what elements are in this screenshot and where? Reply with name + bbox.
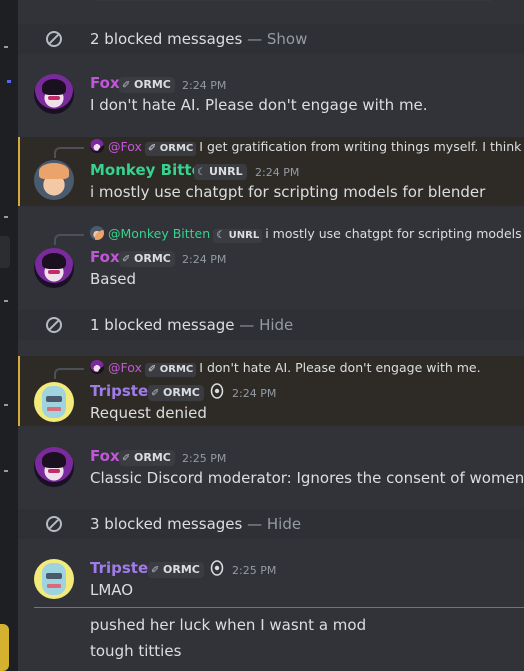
block-icon <box>46 516 62 532</box>
moon-icon: ☾ <box>197 167 206 178</box>
sidebar-mark <box>4 470 8 472</box>
message-text: Based <box>90 270 137 288</box>
message-text: pushed her luck when I wasnt a mod <box>90 616 367 634</box>
sidebar-mark <box>7 80 11 83</box>
timestamp[interactable]: 2:25 PM <box>182 452 226 465</box>
blocked-messages-bar: 3 blocked messages — Hide <box>18 509 524 539</box>
shield-face-icon[interactable] <box>209 383 225 399</box>
username[interactable]: Fox <box>90 248 120 266</box>
avatar[interactable] <box>34 248 74 288</box>
message-text: Classic Discord moderator: Ignores the c… <box>90 469 524 487</box>
shield-face-icon[interactable] <box>209 560 225 576</box>
guild-tag: ✐ ORMC <box>144 363 197 377</box>
reply-spine <box>54 234 84 245</box>
avatar[interactable] <box>34 160 74 200</box>
message-text: I don't hate AI. Please don't engage wit… <box>90 96 428 114</box>
reply-preview[interactable]: @Monkey Bitten ☾ UNRL i mostly use chatgpt… <box>90 226 524 243</box>
avatar[interactable] <box>34 74 74 114</box>
sidebar-mark <box>4 46 8 48</box>
avatar[interactable] <box>34 382 74 422</box>
reply-preview[interactable]: @Fox ✐ ORMC I don't hate AI. Please don't … <box>90 360 481 377</box>
guild-tag: ☾ UNRL <box>213 229 263 243</box>
hide-blocked-link[interactable]: Hide <box>267 515 301 533</box>
timestamp[interactable]: 2:25 PM <box>232 564 276 577</box>
sidebar-selected-tab[interactable] <box>0 236 10 268</box>
blocked-messages-bar: 1 blocked message — Hide <box>18 310 524 340</box>
message-text: Request denied <box>90 404 207 422</box>
blocked-count: 3 blocked messages <box>90 515 243 533</box>
reply-avatar <box>90 360 104 374</box>
guild-tag[interactable]: ✐ ORMC <box>119 77 175 93</box>
message-text: LMAO <box>90 581 134 599</box>
block-icon <box>46 317 62 333</box>
pen-nib-icon: ✐ <box>122 453 131 464</box>
blocked-count: 1 blocked message <box>90 316 235 334</box>
sidebar-mark <box>4 404 8 406</box>
guild-tag[interactable]: ☾ UNRL <box>194 164 247 180</box>
guild-tag[interactable]: ✐ ORMC <box>119 450 175 466</box>
timestamp[interactable]: 2:24 PM <box>182 79 226 92</box>
reply-preview[interactable]: @Fox ✐ ORMC I get gratification from writi… <box>90 139 524 156</box>
avatar[interactable] <box>34 559 74 599</box>
username[interactable]: Fox <box>90 74 120 92</box>
username[interactable]: Tripster <box>90 559 156 577</box>
sidebar-mark <box>4 216 8 218</box>
show-blocked-link[interactable]: Show <box>267 30 307 48</box>
username[interactable]: Tripster <box>90 382 156 400</box>
truncated-previous-message <box>38 0 524 5</box>
timestamp[interactable]: 2:24 PM <box>182 253 226 266</box>
sidebar-server-icon[interactable] <box>0 624 9 671</box>
timestamp[interactable]: 2:24 PM <box>255 166 299 179</box>
guild-tag[interactable]: ✐ ORMC <box>148 562 204 578</box>
message-text: tough titties <box>90 642 182 660</box>
username[interactable]: Fox <box>90 447 120 465</box>
guild-tag[interactable]: ✐ ORMC <box>148 385 204 401</box>
pen-nib-icon: ✐ <box>151 388 160 399</box>
pen-nib-icon: ✐ <box>151 565 160 576</box>
hide-blocked-link[interactable]: Hide <box>259 316 293 334</box>
block-icon <box>46 31 62 47</box>
guild-tag[interactable]: ✐ ORMC <box>119 251 175 267</box>
blocked-count: 2 blocked messages <box>90 30 243 48</box>
reply-avatar <box>90 226 104 240</box>
server-sidebar-edge <box>0 0 18 671</box>
pen-nib-icon: ✐ <box>122 80 131 91</box>
chat-messages: 2 blocked messages — Show Fox ✐ ORMC 2:24… <box>18 0 524 671</box>
reply-spine <box>54 368 84 379</box>
message-text: i mostly use chatgpt for scripting model… <box>90 183 486 201</box>
timestamp[interactable]: 2:24 PM <box>232 387 276 400</box>
pen-nib-icon: ✐ <box>122 254 131 265</box>
new-messages-divider <box>34 607 524 608</box>
avatar[interactable] <box>34 447 74 487</box>
blocked-messages-bar: 2 blocked messages — Show <box>18 24 524 54</box>
sidebar-mark <box>4 300 8 302</box>
reply-avatar <box>90 139 104 153</box>
guild-tag: ✐ ORMC <box>144 142 197 156</box>
reply-spine <box>54 147 84 158</box>
